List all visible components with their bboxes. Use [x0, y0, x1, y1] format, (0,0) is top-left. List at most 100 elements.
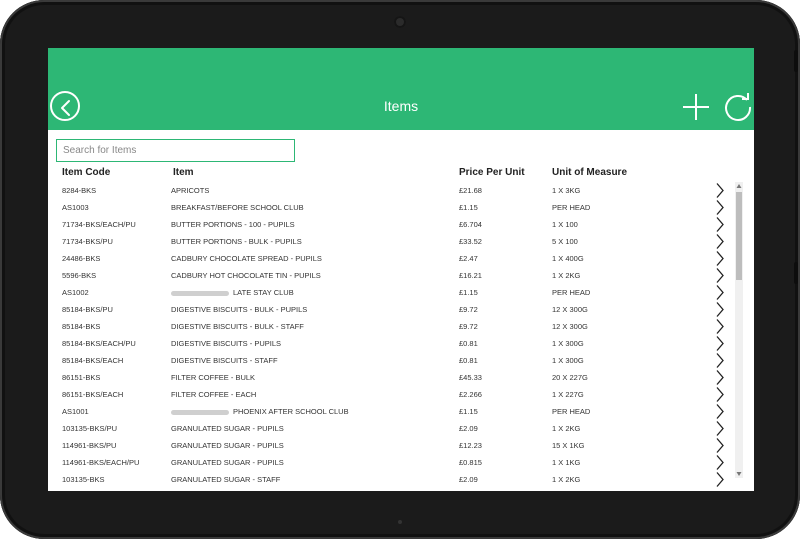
chevron-right-icon[interactable] — [715, 284, 725, 301]
item-code-cell-text: AS1002 — [62, 288, 89, 297]
table-row[interactable]: AS1001 PHOENIX AFTER SCHOOL CLUB £1.15 PER … — [48, 403, 738, 420]
chevron-right-icon[interactable] — [715, 199, 725, 216]
price-cell: £2.09 — [459, 475, 478, 484]
price-cell: £9.72 — [459, 305, 478, 314]
item-code-cell: 114961-BKS/PU — [62, 441, 116, 450]
item-code-cell-text: 114961-BKS/EACH/PU — [62, 458, 140, 467]
price-cell: £1.15 — [459, 203, 478, 212]
unit-of-measure-cell-text: PER HEAD — [552, 288, 591, 297]
scroll-up-icon[interactable] — [736, 183, 742, 189]
table-row[interactable]: 24486-BKS CADBURY CHOCOLATE SPREAD - PUPI… — [48, 250, 738, 267]
item-code-cell-text: 5596-BKS — [62, 271, 97, 280]
price-cell-text: £45.33 — [459, 373, 482, 382]
item-name-cell-text: APRICOTS — [171, 186, 210, 195]
item-code-cell-text: 86151-BKS — [62, 373, 101, 382]
chevron-right-icon[interactable] — [715, 301, 725, 318]
item-name-cell: BUTTER PORTIONS - 100 - PUPILS — [171, 220, 295, 229]
chevron-right-icon[interactable] — [715, 471, 725, 488]
item-code-cell: 71734-BKS/PU — [62, 237, 113, 246]
chevron-right-icon[interactable] — [715, 437, 725, 454]
chevron-right-icon[interactable] — [715, 182, 725, 199]
item-name-cell-text: CADBURY CHOCOLATE SPREAD - PUPILS — [171, 254, 322, 263]
unit-of-measure-cell-text: 1 X 300G — [552, 356, 584, 365]
chevron-right-icon[interactable] — [715, 403, 725, 420]
table-row[interactable]: 86151-BKS FILTER COFFEE - BULK £45.33 20 X … — [48, 369, 738, 386]
table-row[interactable]: 86151-BKS/EACH FILTER COFFEE - EACH £2.266… — [48, 386, 738, 403]
chevron-right-icon[interactable] — [715, 352, 725, 369]
item-code-cell: 85184-BKS/PU — [62, 305, 113, 314]
item-code-cell-text: 71734-BKS/PU — [62, 237, 113, 246]
item-name-cell-text: BUTTER PORTIONS - BULK - PUPILS — [171, 237, 302, 246]
price-cell: £9.72 — [459, 322, 478, 331]
unit-of-measure-cell-text: 1 X 227G — [552, 390, 584, 399]
table-row[interactable]: AS1002 LATE STAY CLUB £1.15 PER HEAD — [48, 284, 738, 301]
unit-of-measure-cell: 12 X 300G — [552, 305, 588, 314]
item-code-cell-text: 103135-BKS/PU — [62, 424, 118, 433]
item-name-cell-text: GRANULATED SUGAR - PUPILS — [171, 441, 284, 450]
chevron-right-icon[interactable] — [715, 335, 725, 352]
unit-of-measure-cell-text: 1 X 100 — [552, 220, 578, 229]
table-row[interactable]: 71734-BKS/PU BUTTER PORTIONS - BULK - PUP… — [48, 233, 738, 250]
unit-of-measure-cell: 12 X 300G — [552, 322, 588, 331]
search-input[interactable] — [56, 139, 295, 162]
table-row[interactable]: 8284-BKS APRICOTS £21.68 1 X 3KG — [48, 182, 738, 199]
chevron-right-icon[interactable] — [715, 420, 725, 437]
table-row[interactable]: 114961-BKS/EACH/PU GRANULATED SUGAR - PUP… — [48, 454, 738, 471]
unit-of-measure-cell: 1 X 3KG — [552, 186, 580, 195]
chevron-right-icon[interactable] — [715, 386, 725, 403]
chevron-right-icon[interactable] — [715, 267, 725, 284]
item-name-cell: CADBURY CHOCOLATE SPREAD - PUPILS — [171, 254, 322, 263]
price-cell-text: £2.47 — [459, 254, 478, 263]
table-row[interactable]: 85184-BKS/PU DIGESTIVE BISCUITS - BULK - … — [48, 301, 738, 318]
price-cell: £45.33 — [459, 373, 482, 382]
price-cell-text: £1.15 — [459, 407, 478, 416]
price-cell: £6.704 — [459, 220, 482, 229]
unit-of-measure-cell-text: 1 X 3KG — [552, 186, 581, 195]
unit-of-measure-cell: 20 X 227G — [552, 373, 588, 382]
refresh-icon — [725, 93, 752, 121]
table-row[interactable]: 71734-BKS/EACH/PU BUTTER PORTIONS - 100 -… — [48, 216, 738, 233]
unit-of-measure-cell: PER HEAD — [552, 407, 590, 416]
table-row[interactable]: AS1003 BREAKFAST/BEFORE SCHOOL CLUB £1.15 P… — [48, 199, 738, 216]
item-name-cell-text: PHOENIX AFTER SCHOOL CLUB — [233, 407, 349, 416]
table-row[interactable]: 114961-BKS/PU GRANULATED SUGAR - PUPILS £1… — [48, 437, 738, 454]
chevron-right-icon[interactable] — [715, 233, 725, 250]
add-item-button[interactable] — [682, 93, 710, 121]
item-code-cell-text: 85184-BKS/PU — [62, 305, 113, 314]
chevron-right-icon[interactable] — [715, 369, 725, 386]
table-row[interactable]: 85184-BKS/EACH/PU DIGESTIVE BISCUITS - PU… — [48, 335, 738, 352]
unit-of-measure-cell-text: 12 X 300G — [552, 322, 588, 331]
table-row[interactable]: 103135-BKS GRANULATED SUGAR - STAFF £2.09 1… — [48, 471, 738, 488]
item-name-cell: GRANULATED SUGAR - PUPILS — [171, 458, 284, 467]
chevron-right-icon[interactable] — [715, 454, 725, 471]
item-name-cell: GRANULATED SUGAR - STAFF — [171, 475, 280, 484]
unit-of-measure-cell-text: 1 X 300G — [552, 339, 584, 348]
item-name-cell-text: FILTER COFFEE - BULK — [171, 373, 256, 382]
item-name-cell: FILTER COFFEE - EACH — [171, 390, 256, 399]
table-row[interactable]: 5596-BKS CADBURY HOT CHOCOLATE TIN - PUPI… — [48, 267, 738, 284]
refresh-button[interactable] — [723, 92, 753, 122]
item-name-cell: DIGESTIVE BISCUITS - BULK - STAFF — [171, 322, 304, 331]
scrollbar[interactable] — [735, 182, 743, 478]
table-row[interactable]: 85184-BKS DIGESTIVE BISCUITS - BULK - STA… — [48, 318, 738, 335]
item-name-cell-text: BUTTER PORTIONS - 100 - PUPILS — [171, 220, 295, 229]
scroll-down-icon[interactable] — [736, 471, 742, 477]
unit-of-measure-cell-text: 1 X 2KG — [552, 424, 581, 433]
unit-of-measure-cell-text: 1 X 400G — [552, 254, 584, 263]
price-cell: £0.815 — [459, 458, 482, 467]
item-code-cell: 85184-BKS/EACH — [62, 356, 123, 365]
chevron-right-icon[interactable] — [715, 216, 725, 233]
item-name-cell: DIGESTIVE BISCUITS - PUPILS — [171, 339, 281, 348]
table-row[interactable]: 85184-BKS/EACH DIGESTIVE BISCUITS - STAFF… — [48, 352, 738, 369]
unit-of-measure-cell: PER HEAD — [552, 288, 590, 297]
table-row[interactable]: 103135-BKS/PU GRANULATED SUGAR - PUPILS £2… — [48, 420, 738, 437]
item-name-cell-text: GRANULATED SUGAR - PUPILS — [171, 424, 284, 433]
chevron-right-icon[interactable] — [715, 318, 725, 335]
column-header-price: Price Per Unit — [459, 167, 525, 178]
scroll-thumb[interactable] — [736, 192, 742, 280]
chevron-right-icon[interactable] — [715, 250, 725, 267]
item-code-cell: AS1003 — [62, 203, 89, 212]
price-cell-text: £0.81 — [459, 339, 478, 348]
item-code-cell: 86151-BKS — [62, 373, 100, 382]
item-code-cell: 86151-BKS/EACH — [62, 390, 123, 399]
